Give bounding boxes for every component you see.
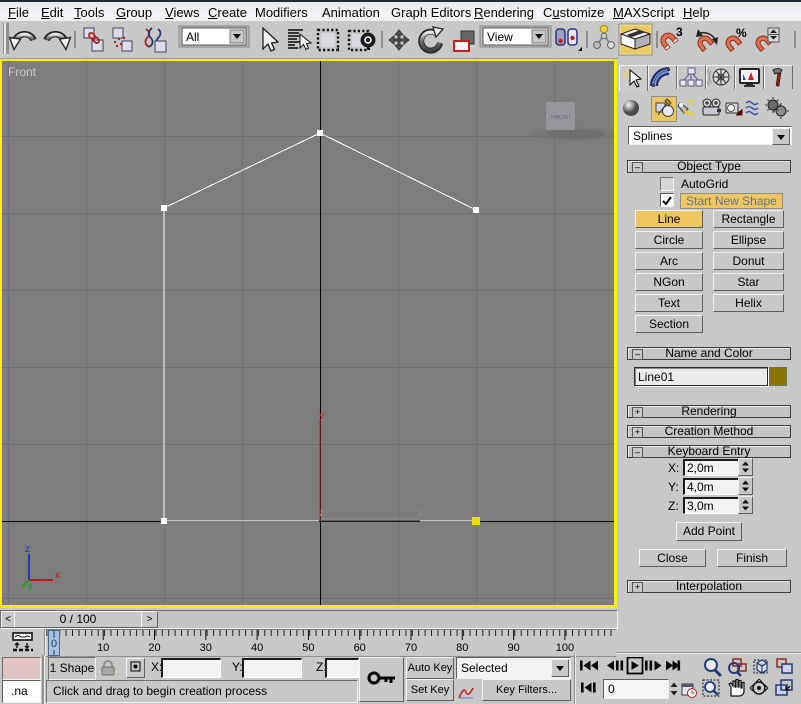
svg-text:30: 30 (200, 642, 212, 654)
svg-text:y: y (28, 581, 33, 592)
svg-text:FRONT: FRONT (551, 115, 572, 121)
svg-text:y: y (319, 410, 324, 421)
svg-text:10: 10 (97, 642, 109, 654)
svg-text:%: % (736, 26, 747, 40)
svg-text:z: z (25, 544, 30, 555)
svg-text:20: 20 (148, 642, 160, 654)
svg-text:100: 100 (556, 642, 574, 654)
svg-text:z: z (319, 508, 324, 519)
svg-text:70: 70 (405, 642, 417, 654)
svg-text:40: 40 (251, 642, 263, 654)
svg-text:50: 50 (302, 642, 314, 654)
svg-text:x: x (55, 570, 60, 581)
svg-text:3: 3 (676, 25, 683, 39)
svg-text:80: 80 (456, 642, 468, 654)
svg-text:0: 0 (51, 638, 57, 650)
svg-text:x: x (418, 508, 423, 519)
svg-text:All: All (186, 30, 199, 44)
svg-text:90: 90 (507, 642, 519, 654)
svg-text:60: 60 (354, 642, 366, 654)
svg-text:View: View (487, 30, 513, 44)
